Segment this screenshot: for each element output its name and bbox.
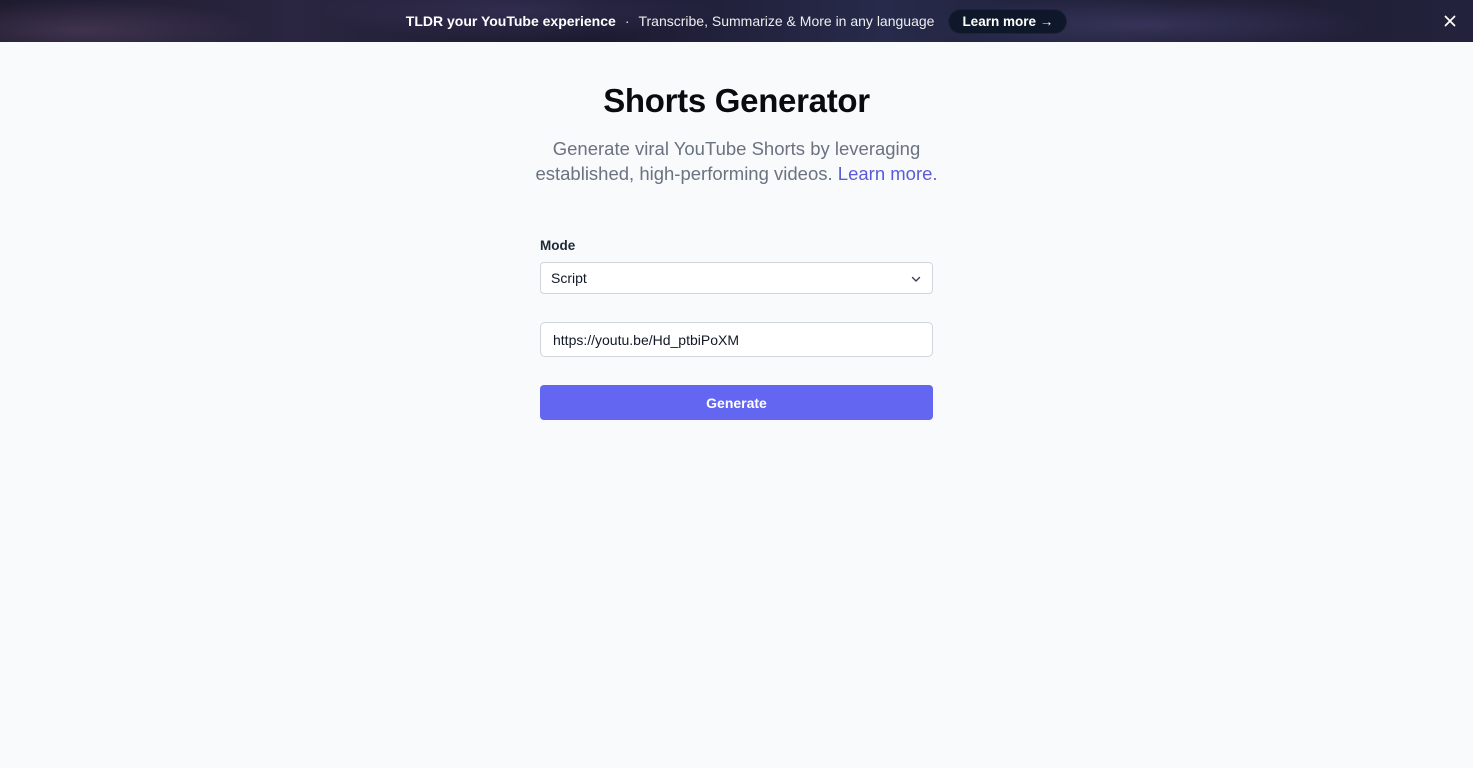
mode-select-value: Script	[551, 270, 587, 286]
promo-banner: TLDR your YouTube experience · Transcrib…	[0, 0, 1473, 42]
banner-title: TLDR your YouTube experience	[405, 13, 616, 29]
generate-button[interactable]: Generate	[540, 385, 933, 420]
banner-content: TLDR your YouTube experience · Transcrib…	[405, 8, 1068, 34]
generator-form: Mode Script Generate	[540, 238, 933, 420]
close-icon[interactable]	[1441, 12, 1459, 30]
banner-learn-more-button[interactable]: Learn more →	[948, 8, 1068, 34]
chevron-down-icon	[911, 276, 921, 282]
page-subtitle: Generate viral YouTube Shorts by leverag…	[527, 136, 947, 186]
main-content: Shorts Generator Generate viral YouTube …	[0, 42, 1473, 420]
learn-more-link[interactable]: Learn more.	[838, 163, 938, 184]
banner-subtitle: Transcribe, Summarize & More in any lang…	[638, 13, 935, 29]
banner-separator: ·	[624, 13, 630, 29]
page-title: Shorts Generator	[603, 82, 870, 119]
video-url-input[interactable]	[540, 322, 933, 357]
mode-label: Mode	[540, 238, 576, 253]
mode-select[interactable]: Script	[540, 262, 933, 294]
